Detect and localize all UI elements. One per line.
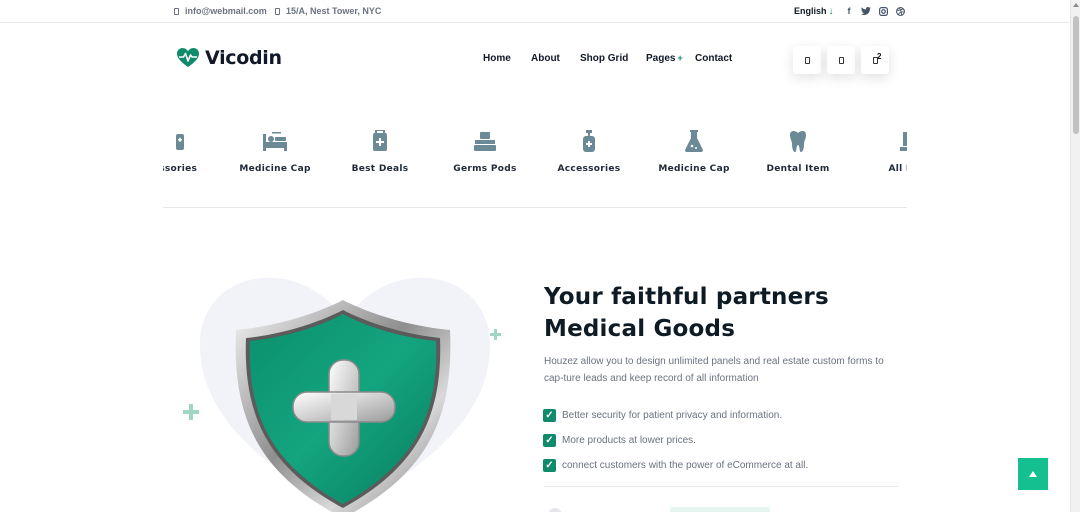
lab-flask-icon	[685, 130, 703, 152]
facebook-icon[interactable]: f	[844, 6, 854, 16]
checklist-item: ✓ connect customers with the power of eC…	[543, 453, 808, 478]
nav-contact[interactable]: Contact	[695, 53, 732, 64]
top-bar: info@webmail.com 15/A, Nest Tower, NYC E…	[0, 0, 1070, 23]
location-icon	[275, 7, 280, 15]
category-label: essories	[163, 164, 198, 174]
arrow-down-icon: ↓	[828, 5, 834, 17]
category-label: Germs Pods	[453, 164, 517, 174]
category-item[interactable]: Medicine Cap	[223, 128, 327, 174]
envelope-icon	[174, 7, 179, 15]
cta-button[interactable]	[670, 507, 770, 512]
email-text[interactable]: info@webmail.com	[185, 6, 267, 16]
headline-line-1: Your faithful partners	[544, 284, 829, 310]
first-aid-bag-icon	[373, 130, 387, 151]
shield-illustration	[180, 270, 520, 512]
category-carousel[interactable]: essories Medicine Cap Best Deals Germs P…	[163, 128, 907, 188]
checklist-item: ✓ Better security for patient privacy an…	[543, 403, 808, 428]
twitter-icon[interactable]	[861, 6, 871, 16]
category-item[interactable]: essories	[163, 128, 227, 174]
dribbble-icon[interactable]	[895, 6, 905, 16]
category-label: Medicine Cap	[658, 164, 730, 174]
user-icon	[838, 56, 844, 64]
language-selector[interactable]: English ↓	[794, 6, 834, 16]
social-links: f	[844, 6, 905, 16]
address-text: 15/A, Nest Tower, NYC	[286, 6, 382, 16]
tooth-icon	[790, 130, 806, 152]
category-label: Dental Item	[766, 164, 830, 174]
content-divider	[544, 486, 898, 487]
headline-line-2: Medical Goods	[544, 316, 736, 342]
category-label: Medicine Cap	[239, 164, 311, 174]
heart-pulse-icon	[177, 48, 199, 67]
email-contact[interactable]: info@webmail.com	[174, 6, 267, 16]
section-divider	[163, 207, 907, 208]
avatar	[548, 508, 562, 512]
back-to-top-button[interactable]	[1018, 458, 1048, 490]
category-item[interactable]: Dental Item	[746, 128, 850, 174]
product-icon	[900, 132, 907, 151]
chevron-up-icon	[1029, 471, 1037, 477]
address-contact: 15/A, Nest Tower, NYC	[275, 6, 381, 16]
checklist-text: Better security for patient privacy and …	[562, 410, 783, 421]
accessories-icon	[176, 134, 184, 150]
cart-count-badge: 2	[877, 52, 882, 61]
search-button[interactable]	[793, 46, 821, 74]
checkmark-icon: ✓	[543, 459, 556, 472]
category-item[interactable]: All Pr	[851, 128, 907, 174]
nav-shop-grid[interactable]: Shop Grid	[580, 53, 628, 64]
category-item[interactable]: Accessories	[537, 128, 641, 174]
brand-name: Vicodin	[205, 47, 282, 69]
category-item[interactable]: Germs Pods	[433, 128, 537, 174]
nav-about[interactable]: About	[531, 53, 560, 64]
checklist-item: ✓ More products at lower prices.	[543, 428, 808, 453]
hero-description: Houzez allow you to design unlimited pan…	[544, 356, 884, 384]
category-label: All Pr	[888, 164, 907, 174]
feature-checklist: ✓ Better security for patient privacy an…	[543, 403, 808, 478]
hospital-bed-icon	[263, 132, 287, 151]
search-icon	[804, 56, 810, 64]
page-scrollbar[interactable]	[1070, 0, 1080, 512]
hero-headline: Your faithful partners Medical Goods	[544, 281, 904, 345]
checkmark-icon: ✓	[543, 434, 556, 447]
checklist-text: More products at lower prices.	[562, 435, 696, 446]
plus-icon: +	[677, 53, 683, 63]
scroll-up-icon[interactable]	[1073, 3, 1079, 7]
account-button[interactable]	[827, 46, 855, 74]
instagram-icon[interactable]	[878, 6, 888, 16]
pods-box-icon	[474, 132, 496, 151]
sanitizer-bottle-icon	[583, 130, 595, 152]
checklist-text: connect customers with the power of eCom…	[562, 460, 809, 471]
cart-button[interactable]: 2	[861, 46, 889, 74]
category-item[interactable]: Best Deals	[328, 128, 432, 174]
category-label: Accessories	[557, 164, 621, 174]
nav-home[interactable]: Home	[483, 53, 511, 64]
category-label: Best Deals	[351, 164, 409, 174]
site-logo[interactable]: Vicodin	[177, 47, 282, 69]
checkmark-icon: ✓	[543, 409, 556, 422]
category-item[interactable]: Medicine Cap	[642, 128, 746, 174]
nav-pages-label: Pages	[646, 53, 676, 64]
nav-pages[interactable]: Pages +	[646, 53, 683, 64]
language-label: English	[794, 6, 827, 16]
scrollbar-thumb[interactable]	[1073, 16, 1079, 134]
